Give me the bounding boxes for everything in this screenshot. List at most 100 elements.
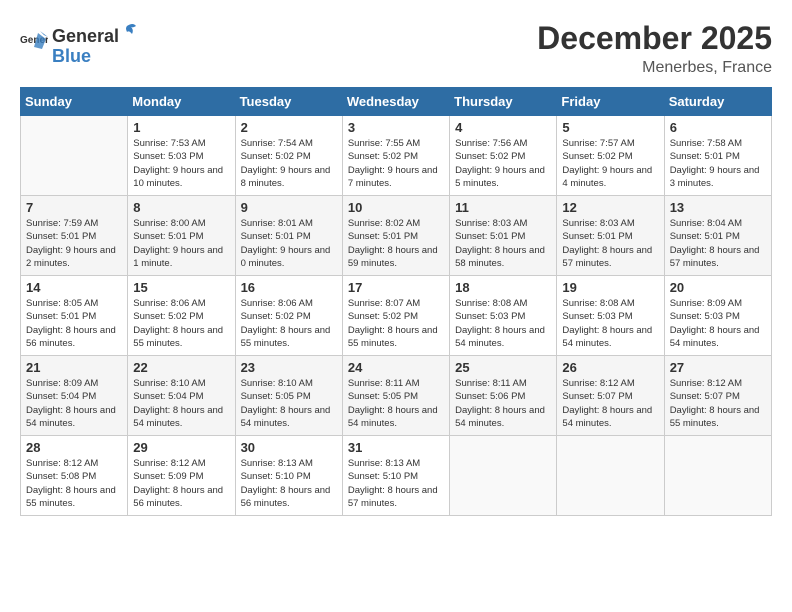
calendar-cell: 13 Sunrise: 8:04 AMSunset: 5:01 PMDayligh…	[664, 196, 771, 276]
day-number: 17	[348, 280, 444, 295]
calendar-cell: 23 Sunrise: 8:10 AMSunset: 5:05 PMDayligh…	[235, 356, 342, 436]
logo-general: General	[52, 27, 119, 47]
calendar-cell: 9 Sunrise: 8:01 AMSunset: 5:01 PMDaylight…	[235, 196, 342, 276]
week-row-3: 14 Sunrise: 8:05 AMSunset: 5:01 PMDayligh…	[21, 276, 772, 356]
day-number: 13	[670, 200, 766, 215]
day-info: Sunrise: 8:01 AMSunset: 5:01 PMDaylight:…	[241, 217, 337, 270]
day-info: Sunrise: 7:59 AMSunset: 5:01 PMDaylight:…	[26, 217, 122, 270]
day-number: 22	[133, 360, 229, 375]
logo-text: General Blue	[52, 20, 137, 67]
calendar-cell: 7 Sunrise: 7:59 AMSunset: 5:01 PMDaylight…	[21, 196, 128, 276]
calendar-cell	[664, 436, 771, 516]
day-number: 15	[133, 280, 229, 295]
week-row-4: 21Sunrise: 8:09 AMSunset: 5:04 PMDayligh…	[21, 356, 772, 436]
calendar-cell: 14 Sunrise: 8:05 AMSunset: 5:01 PMDayligh…	[21, 276, 128, 356]
calendar-cell: 26 Sunrise: 8:12 AMSunset: 5:07 PMDayligh…	[557, 356, 664, 436]
calendar-cell: 11 Sunrise: 8:03 AMSunset: 5:01 PMDayligh…	[450, 196, 557, 276]
day-number: 8	[133, 200, 229, 215]
calendar-cell: 15 Sunrise: 8:06 AMSunset: 5:02 PMDayligh…	[128, 276, 235, 356]
calendar-cell: 12Sunrise: 8:03 AMSunset: 5:01 PMDayligh…	[557, 196, 664, 276]
day-info: Sunrise: 8:11 AMSunset: 5:06 PMDaylight:…	[455, 377, 551, 430]
calendar-cell: 4 Sunrise: 7:56 AMSunset: 5:02 PMDaylight…	[450, 116, 557, 196]
day-number: 7	[26, 200, 122, 215]
title-section: December 2025 Menerbes, France	[537, 20, 772, 77]
calendar-cell: 22 Sunrise: 8:10 AMSunset: 5:04 PMDayligh…	[128, 356, 235, 436]
calendar-cell	[557, 436, 664, 516]
day-info: Sunrise: 7:55 AMSunset: 5:02 PMDaylight:…	[348, 137, 444, 190]
calendar-cell: 20 Sunrise: 8:09 AMSunset: 5:03 PMDayligh…	[664, 276, 771, 356]
day-info: Sunrise: 8:06 AMSunset: 5:02 PMDaylight:…	[133, 297, 229, 350]
day-info: Sunrise: 8:06 AMSunset: 5:02 PMDaylight:…	[241, 297, 337, 350]
calendar-cell	[450, 436, 557, 516]
day-number: 25	[455, 360, 551, 375]
header-saturday: Saturday	[664, 88, 771, 116]
calendar-cell: 10 Sunrise: 8:02 AMSunset: 5:01 PMDayligh…	[342, 196, 449, 276]
day-info: Sunrise: 8:12 AMSunset: 5:09 PMDaylight:…	[133, 457, 229, 510]
calendar-cell: 16 Sunrise: 8:06 AMSunset: 5:02 PMDayligh…	[235, 276, 342, 356]
calendar-cell: 28Sunrise: 8:12 AMSunset: 5:08 PMDayligh…	[21, 436, 128, 516]
calendar-cell: 5 Sunrise: 7:57 AMSunset: 5:02 PMDaylight…	[557, 116, 664, 196]
day-number: 26	[562, 360, 658, 375]
header: General General Blue December 2025 Mener…	[20, 20, 772, 77]
day-info: Sunrise: 8:08 AMSunset: 5:03 PMDaylight:…	[455, 297, 551, 350]
day-info: Sunrise: 8:08 AMSunset: 5:03 PMDaylight:…	[562, 297, 658, 350]
day-number: 16	[241, 280, 337, 295]
day-info: Sunrise: 8:09 AMSunset: 5:03 PMDaylight:…	[670, 297, 766, 350]
day-info: Sunrise: 8:12 AMSunset: 5:07 PMDaylight:…	[670, 377, 766, 430]
day-number: 20	[670, 280, 766, 295]
day-info: Sunrise: 8:05 AMSunset: 5:01 PMDaylight:…	[26, 297, 122, 350]
week-row-1: 1 Sunrise: 7:53 AMSunset: 5:03 PMDaylight…	[21, 116, 772, 196]
logo-blue: Blue	[52, 46, 91, 66]
day-info: Sunrise: 8:02 AMSunset: 5:01 PMDaylight:…	[348, 217, 444, 270]
header-row: Sunday Monday Tuesday Wednesday Thursday…	[21, 88, 772, 116]
day-info: Sunrise: 8:03 AMSunset: 5:01 PMDaylight:…	[455, 217, 551, 270]
subtitle: Menerbes, France	[537, 59, 772, 77]
logo-bird-icon	[119, 20, 137, 42]
day-info: Sunrise: 8:11 AMSunset: 5:05 PMDaylight:…	[348, 377, 444, 430]
day-info: Sunrise: 8:00 AMSunset: 5:01 PMDaylight:…	[133, 217, 229, 270]
calendar-cell: 18Sunrise: 8:08 AMSunset: 5:03 PMDayligh…	[450, 276, 557, 356]
calendar-cell: 27 Sunrise: 8:12 AMSunset: 5:07 PMDayligh…	[664, 356, 771, 436]
day-number: 10	[348, 200, 444, 215]
calendar-cell: 29Sunrise: 8:12 AMSunset: 5:09 PMDayligh…	[128, 436, 235, 516]
day-number: 1	[133, 120, 229, 135]
day-number: 5	[562, 120, 658, 135]
day-info: Sunrise: 7:56 AMSunset: 5:02 PMDaylight:…	[455, 137, 551, 190]
day-info: Sunrise: 8:12 AMSunset: 5:07 PMDaylight:…	[562, 377, 658, 430]
day-number: 2	[241, 120, 337, 135]
calendar-cell: 17 Sunrise: 8:07 AMSunset: 5:02 PMDayligh…	[342, 276, 449, 356]
calendar-cell: 2 Sunrise: 7:54 AMSunset: 5:02 PMDaylight…	[235, 116, 342, 196]
day-info: Sunrise: 8:04 AMSunset: 5:01 PMDaylight:…	[670, 217, 766, 270]
day-number: 11	[455, 200, 551, 215]
day-info: Sunrise: 8:10 AMSunset: 5:04 PMDaylight:…	[133, 377, 229, 430]
day-number: 19	[562, 280, 658, 295]
day-number: 9	[241, 200, 337, 215]
day-info: Sunrise: 7:57 AMSunset: 5:02 PMDaylight:…	[562, 137, 658, 190]
day-info: Sunrise: 8:10 AMSunset: 5:05 PMDaylight:…	[241, 377, 337, 430]
day-number: 4	[455, 120, 551, 135]
day-info: Sunrise: 8:13 AMSunset: 5:10 PMDaylight:…	[241, 457, 337, 510]
day-info: Sunrise: 7:53 AMSunset: 5:03 PMDaylight:…	[133, 137, 229, 190]
calendar-cell	[21, 116, 128, 196]
logo-icon: General	[20, 29, 48, 57]
calendar-cell: 21Sunrise: 8:09 AMSunset: 5:04 PMDayligh…	[21, 356, 128, 436]
day-number: 24	[348, 360, 444, 375]
day-number: 30	[241, 440, 337, 455]
day-number: 21	[26, 360, 122, 375]
day-number: 6	[670, 120, 766, 135]
day-info: Sunrise: 8:12 AMSunset: 5:08 PMDaylight:…	[26, 457, 122, 510]
day-info: Sunrise: 8:03 AMSunset: 5:01 PMDaylight:…	[562, 217, 658, 270]
day-number: 14	[26, 280, 122, 295]
calendar-cell: 19 Sunrise: 8:08 AMSunset: 5:03 PMDayligh…	[557, 276, 664, 356]
day-info: Sunrise: 7:54 AMSunset: 5:02 PMDaylight:…	[241, 137, 337, 190]
calendar-cell: 8 Sunrise: 8:00 AMSunset: 5:01 PMDaylight…	[128, 196, 235, 276]
calendar-cell: 6 Sunrise: 7:58 AMSunset: 5:01 PMDaylight…	[664, 116, 771, 196]
logo: General General Blue	[20, 20, 137, 67]
main-title: December 2025	[537, 20, 772, 57]
day-number: 27	[670, 360, 766, 375]
day-info: Sunrise: 8:13 AMSunset: 5:10 PMDaylight:…	[348, 457, 444, 510]
day-info: Sunrise: 8:07 AMSunset: 5:02 PMDaylight:…	[348, 297, 444, 350]
day-number: 23	[241, 360, 337, 375]
day-info: Sunrise: 7:58 AMSunset: 5:01 PMDaylight:…	[670, 137, 766, 190]
week-row-5: 28Sunrise: 8:12 AMSunset: 5:08 PMDayligh…	[21, 436, 772, 516]
